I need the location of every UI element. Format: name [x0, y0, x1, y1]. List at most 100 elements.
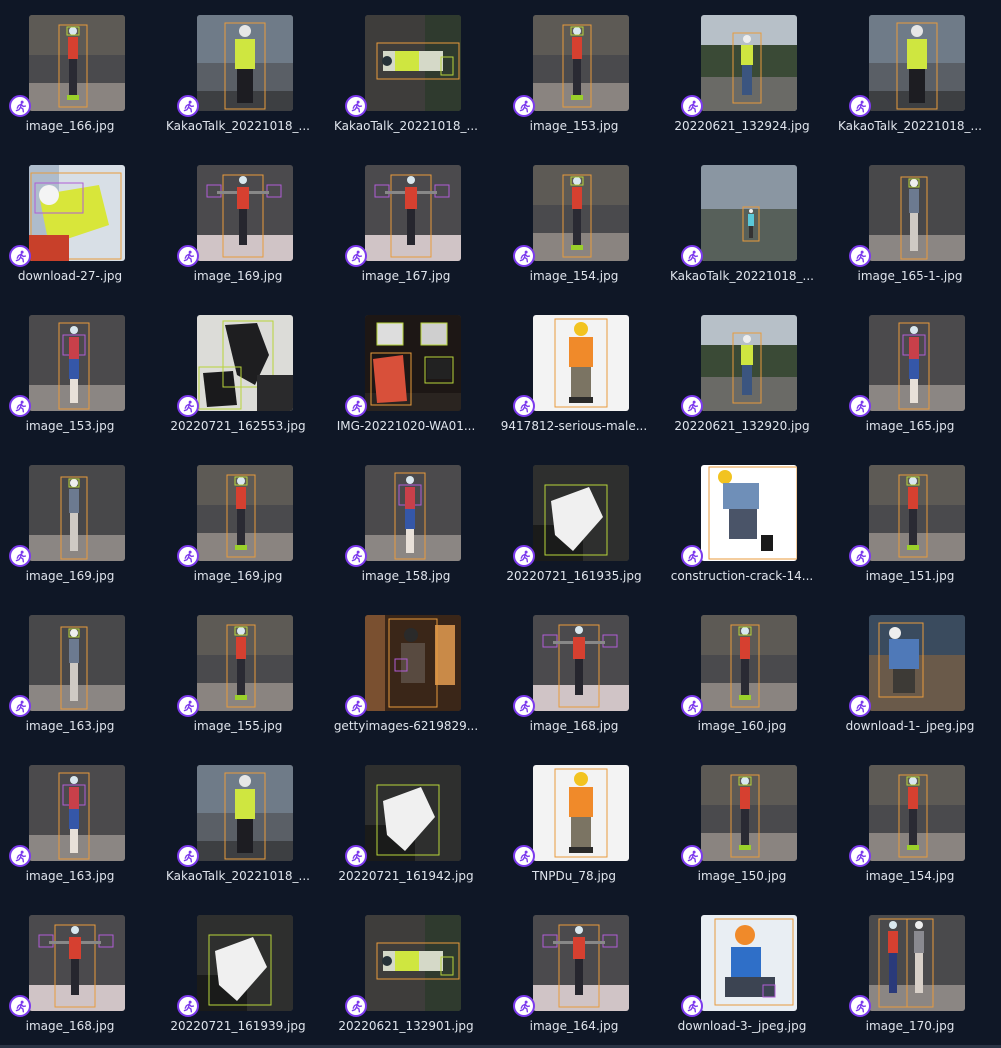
annotated-image-thumbnail[interactable] — [365, 315, 461, 411]
annotated-image-thumbnail[interactable] — [365, 465, 461, 561]
annotated-image-thumbnail[interactable] — [869, 765, 965, 861]
file-tile[interactable]: image_164.jpg — [490, 900, 658, 1048]
file-name-label: image_155.jpg — [193, 719, 283, 733]
annotated-image-thumbnail[interactable] — [701, 915, 797, 1011]
file-tile[interactable]: 20220721_162553.jpg — [154, 300, 322, 450]
file-tile[interactable]: image_154.jpg — [826, 750, 994, 900]
file-tile[interactable]: download-3-_jpeg.jpg — [658, 900, 826, 1048]
detection-badge — [849, 545, 871, 567]
file-tile[interactable]: image_158.jpg — [322, 450, 490, 600]
detection-badge — [849, 845, 871, 867]
person-running-icon — [15, 700, 26, 712]
annotated-image-thumbnail[interactable] — [197, 615, 293, 711]
file-tile[interactable]: image_170.jpg — [826, 900, 994, 1048]
annotated-image-thumbnail[interactable] — [869, 615, 965, 711]
file-name-label: image_167.jpg — [361, 269, 451, 283]
file-tile[interactable]: 20220621_132901.jpg — [322, 900, 490, 1048]
annotated-image-thumbnail[interactable] — [533, 15, 629, 111]
annotated-image-thumbnail[interactable] — [533, 465, 629, 561]
file-tile[interactable]: image_169.jpg — [154, 450, 322, 600]
file-tile[interactable]: image_163.jpg — [0, 600, 154, 750]
file-tile[interactable]: 20220721_161942.jpg — [322, 750, 490, 900]
annotated-image-thumbnail[interactable] — [29, 315, 125, 411]
file-tile[interactable]: image_169.jpg — [0, 450, 154, 600]
detection-badge — [681, 995, 703, 1017]
file-tile[interactable]: construction-crack-14... — [658, 450, 826, 600]
file-tile[interactable]: 20220621_132924.jpg — [658, 0, 826, 150]
file-tile[interactable]: KakaoTalk_20221018_... — [154, 750, 322, 900]
annotated-image-thumbnail[interactable] — [533, 615, 629, 711]
file-name-label: image_165-1-.jpg — [857, 269, 963, 283]
annotated-image-thumbnail[interactable] — [869, 15, 965, 111]
file-tile[interactable]: KakaoTalk_20221018_... — [154, 0, 322, 150]
file-tile[interactable]: KakaoTalk_20221018_... — [322, 0, 490, 150]
annotated-image-thumbnail[interactable] — [533, 165, 629, 261]
file-tile[interactable]: KakaoTalk_20221018_... — [658, 150, 826, 300]
file-tile[interactable]: 20220721_161939.jpg — [154, 900, 322, 1048]
file-name-label: image_164.jpg — [529, 1019, 619, 1033]
annotated-image-thumbnail[interactable] — [869, 315, 965, 411]
file-tile[interactable]: 20220621_132920.jpg — [658, 300, 826, 450]
annotated-image-thumbnail[interactable] — [533, 765, 629, 861]
file-tile[interactable]: 20220721_161935.jpg — [490, 450, 658, 600]
annotated-image-thumbnail[interactable] — [869, 915, 965, 1011]
file-tile[interactable]: download-27-.jpg — [0, 150, 154, 300]
file-tile[interactable]: image_155.jpg — [154, 600, 322, 750]
detection-badge — [849, 695, 871, 717]
file-tile[interactable]: TNPDu_78.jpg — [490, 750, 658, 900]
file-tile[interactable]: image_168.jpg — [0, 900, 154, 1048]
person-running-icon — [183, 850, 194, 862]
file-tile[interactable]: image_150.jpg — [658, 750, 826, 900]
file-tile[interactable]: KakaoTalk_20221018_... — [826, 0, 994, 150]
file-tile[interactable]: image_160.jpg — [658, 600, 826, 750]
file-tile[interactable]: image_151.jpg — [826, 450, 994, 600]
file-name-label: KakaoTalk_20221018_... — [166, 869, 310, 883]
annotated-image-thumbnail[interactable] — [29, 915, 125, 1011]
annotated-image-thumbnail[interactable] — [197, 15, 293, 111]
annotated-image-thumbnail[interactable] — [365, 15, 461, 111]
file-tile[interactable]: image_154.jpg — [490, 150, 658, 300]
detection-badge — [177, 395, 199, 417]
annotated-image-thumbnail[interactable] — [365, 765, 461, 861]
annotated-image-thumbnail[interactable] — [197, 915, 293, 1011]
annotated-image-thumbnail[interactable] — [701, 765, 797, 861]
annotated-image-thumbnail[interactable] — [869, 465, 965, 561]
annotated-image-thumbnail[interactable] — [197, 465, 293, 561]
annotated-image-thumbnail[interactable] — [701, 615, 797, 711]
annotated-image-thumbnail[interactable] — [29, 165, 125, 261]
file-tile[interactable]: image_153.jpg — [490, 0, 658, 150]
file-tile[interactable]: image_167.jpg — [322, 150, 490, 300]
file-tile[interactable]: image_163.jpg — [0, 750, 154, 900]
file-name-label: 20220621_132924.jpg — [674, 119, 810, 133]
file-tile[interactable]: gettyimages-6219829... — [322, 600, 490, 750]
annotated-image-thumbnail[interactable] — [29, 15, 125, 111]
person-running-icon — [15, 1000, 26, 1012]
file-tile[interactable]: image_168.jpg — [490, 600, 658, 750]
annotated-image-thumbnail[interactable] — [365, 915, 461, 1011]
annotated-image-thumbnail[interactable] — [701, 315, 797, 411]
annotated-image-thumbnail[interactable] — [365, 165, 461, 261]
annotated-image-thumbnail[interactable] — [869, 165, 965, 261]
annotated-image-thumbnail[interactable] — [701, 15, 797, 111]
file-tile[interactable]: image_165.jpg — [826, 300, 994, 450]
annotated-image-thumbnail[interactable] — [701, 165, 797, 261]
file-tile[interactable]: image_166.jpg — [0, 0, 154, 150]
annotated-image-thumbnail[interactable] — [533, 915, 629, 1011]
detection-badge — [9, 695, 31, 717]
annotated-image-thumbnail[interactable] — [29, 465, 125, 561]
annotated-image-thumbnail[interactable] — [29, 615, 125, 711]
file-tile[interactable]: image_153.jpg — [0, 300, 154, 450]
annotated-image-thumbnail[interactable] — [29, 765, 125, 861]
file-tile[interactable]: IMG-20221020-WA01... — [322, 300, 490, 450]
annotated-image-thumbnail[interactable] — [197, 165, 293, 261]
annotated-image-thumbnail[interactable] — [197, 765, 293, 861]
annotated-image-thumbnail[interactable] — [197, 315, 293, 411]
file-tile[interactable]: 9417812-serious-male... — [490, 300, 658, 450]
file-tile[interactable]: image_165-1-.jpg — [826, 150, 994, 300]
annotated-image-thumbnail[interactable] — [701, 465, 797, 561]
annotated-image-thumbnail[interactable] — [533, 315, 629, 411]
annotated-image-thumbnail[interactable] — [365, 615, 461, 711]
file-tile[interactable]: image_169.jpg — [154, 150, 322, 300]
file-tile[interactable]: download-1-_jpeg.jpg — [826, 600, 994, 750]
person-running-icon — [183, 1000, 194, 1012]
